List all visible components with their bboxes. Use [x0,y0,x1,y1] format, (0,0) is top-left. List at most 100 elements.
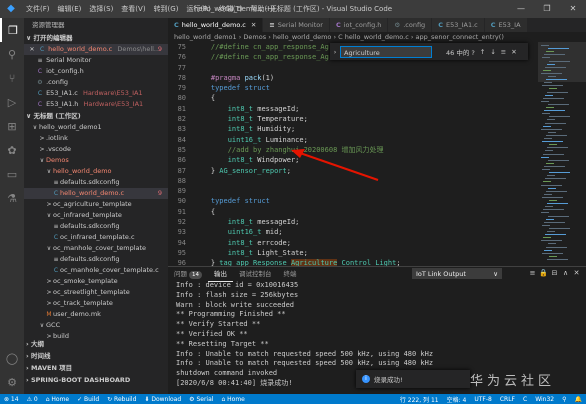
open-editor-item[interactable]: ✕ C hello_world_demo.c Demos\hell... 9 [24,44,168,55]
download-button[interactable]: ⬇ Download [140,396,185,403]
explorer-icon[interactable]: ❐ [0,18,24,42]
menu-go[interactable]: 转到(G) [150,4,183,14]
tree-item[interactable]: ≡defaults.sdkconfig [24,254,168,265]
home-button[interactable]: ⌂ Home [42,396,73,403]
close-icon[interactable]: ✕ [251,21,256,29]
find-input[interactable]: Agriculture [340,45,432,58]
iotlink-icon[interactable]: ✿ [0,138,24,162]
menu-selection[interactable]: 选择(S) [85,4,117,14]
spring-boot-section[interactable]: › SPRING-BOOT DASHBOARD [24,374,168,386]
tree-item[interactable]: ≡defaults.sdkconfig [24,177,168,188]
warnings-indicator[interactable]: ⚠ 0 [23,396,42,403]
testing-icon[interactable]: ⚗ [0,186,24,210]
open-editor-item[interactable]: C E53_IA1.h Hardware\E53_IA1 [24,99,168,110]
restore-button[interactable]: ❐ [534,0,560,18]
tree-item[interactable]: Coc_manhole_cover_template.c [24,265,168,276]
build-button[interactable]: ✓ Build [73,396,103,403]
search-icon[interactable]: ⚲ [0,42,24,66]
tree-item[interactable]: >oc_track_template [24,298,168,309]
close-window-button[interactable]: ✕ [560,0,586,18]
menu-terminal[interactable]: 终端(T) [215,4,247,14]
menu-file[interactable]: 文件(F) [22,4,54,14]
tree-item[interactable]: >oc_agriculture_template [24,199,168,210]
maximize-panel-icon[interactable]: ∧ [560,269,571,277]
remote-explorer-icon[interactable]: ▭ [0,162,24,186]
tree-item[interactable]: Muser_demo.mk [24,309,168,320]
open-editor-item[interactable]: C iot_config.h [24,66,168,77]
find-in-selection-icon[interactable]: ≡ [501,48,506,56]
clear-output-icon[interactable]: ≡ [527,269,538,277]
previous-match-icon[interactable]: ↑ [480,48,485,56]
close-icon[interactable]: ✕ [511,48,516,56]
tab-e53-ia1-c[interactable]: C E53_IA1.c [432,18,485,32]
tree-item[interactable]: Chello_world_demo.c 9 [24,188,168,199]
open-editor-item[interactable]: ≡ Serial Monitor [24,55,168,66]
close-icon[interactable]: ✕ [28,44,36,55]
minimap[interactable] [538,42,586,266]
line-ending[interactable]: CRLF [496,396,519,403]
next-match-icon[interactable]: ↓ [490,48,495,56]
tab-e53-ia[interactable]: C E53_IA [484,18,528,32]
breadcrumb-item[interactable]: app_senor_connect_entry() [416,33,504,41]
tree-item[interactable]: ∨ oc_infrared_template [24,210,168,221]
platform-config[interactable]: Win32 [531,396,558,403]
open-editor-item[interactable]: ⚙ .config [24,77,168,88]
minimize-button[interactable]: — [508,0,534,18]
tree-item[interactable]: >oc_streetlight_template [24,287,168,298]
tab-debug-console[interactable]: 调试控制台 [233,267,278,281]
menu-run[interactable]: 运行(R) [182,4,214,14]
tree-item[interactable]: ∨ hello_world_demo1 [24,122,168,133]
run-debug-icon[interactable]: ▷ [0,90,24,114]
tab-iot-config[interactable]: Ciot_config.h [329,18,389,32]
breadcrumb-item[interactable]: hello_world_demo1 [174,33,237,41]
tree-item[interactable]: >.iotlink [24,133,168,144]
indentation[interactable]: 空格: 4 [443,395,471,404]
lock-scroll-icon[interactable]: 🔒 [538,269,549,277]
split-icon[interactable]: ⊟ [549,269,560,277]
close-panel-icon[interactable]: ✕ [571,269,582,277]
tree-item[interactable]: ≡defaults.sdkconfig [24,221,168,232]
encoding[interactable]: UTF-8 [470,396,496,403]
toggle-replace-icon[interactable]: › [330,48,340,56]
home-button[interactable]: ⌂ Home [217,396,248,403]
feedback-icon[interactable]: ⚲ [558,396,570,403]
cursor-position[interactable]: 行 222, 列 11 [396,395,443,404]
language-mode[interactable]: C [519,396,531,403]
account-icon[interactable]: ◯ [0,346,24,370]
outline-section[interactable]: › 大纲 [24,338,168,350]
tab-config[interactable]: ⚙ .config [388,18,433,32]
open-editor-item[interactable]: C E53_IA1.c Hardware\E53_IA1 [24,88,168,99]
settings-gear-icon[interactable]: ⚙ [0,370,24,394]
source-control-icon[interactable]: ⑂ [0,66,24,90]
code-editor[interactable]: 75 //#define cn_app_response_Agricu 76 //… [168,42,538,266]
menu-edit[interactable]: 编辑(E) [54,4,86,14]
tree-item[interactable]: ∨ Demos [24,155,168,166]
breadcrumb-item[interactable]: C hello_world_demo.c [338,33,409,41]
bell-icon[interactable]: 🔔 [571,396,586,403]
open-editors-section[interactable]: ∨ 打开的编辑器 [24,32,168,44]
tab-problems[interactable]: 问题 14 [168,267,208,281]
tab-terminal[interactable]: 终端 [278,267,303,281]
tab-output[interactable]: 输出 [208,267,233,282]
tree-item[interactable]: ∨ hello_world_demo [24,166,168,177]
tab-hello-world-demo[interactable]: Chello_world_demo.c ✕ [168,18,264,32]
errors-indicator[interactable]: ⊗ 14 [0,396,23,403]
extensions-icon[interactable]: ⊞ [0,114,24,138]
menu-help[interactable]: 帮助(H) [247,4,280,14]
breadcrumb-item[interactable]: hello_world_demo [273,33,332,41]
menu-view[interactable]: 查看(V) [117,4,149,14]
tab-serial-monitor[interactable]: ≡ Serial Monitor [263,18,330,32]
tree-item[interactable]: ∨ oc_manhole_cover_template [24,243,168,254]
rebuild-button[interactable]: ↻ Rebuild [103,396,140,403]
tree-item[interactable]: >.vscode [24,144,168,155]
workspace-section[interactable]: ∨ 无标题 (工作区) [24,110,168,122]
output-channel-select[interactable]: IoT Link Output ∨ [412,268,502,279]
tree-item[interactable]: Coc_infrared_template.c [24,232,168,243]
maven-section[interactable]: › MAVEN 项目 [24,362,168,374]
breadcrumb-item[interactable]: Demos [243,33,266,41]
serial-button[interactable]: ⚙ Serial [185,396,217,403]
tree-item[interactable]: >oc_smoke_template [24,276,168,287]
tree-item[interactable]: ∨ GCC [24,320,168,331]
notification-toast[interactable]: i 烧录成功! [356,370,470,388]
timeline-section[interactable]: › 时间线 [24,350,168,362]
